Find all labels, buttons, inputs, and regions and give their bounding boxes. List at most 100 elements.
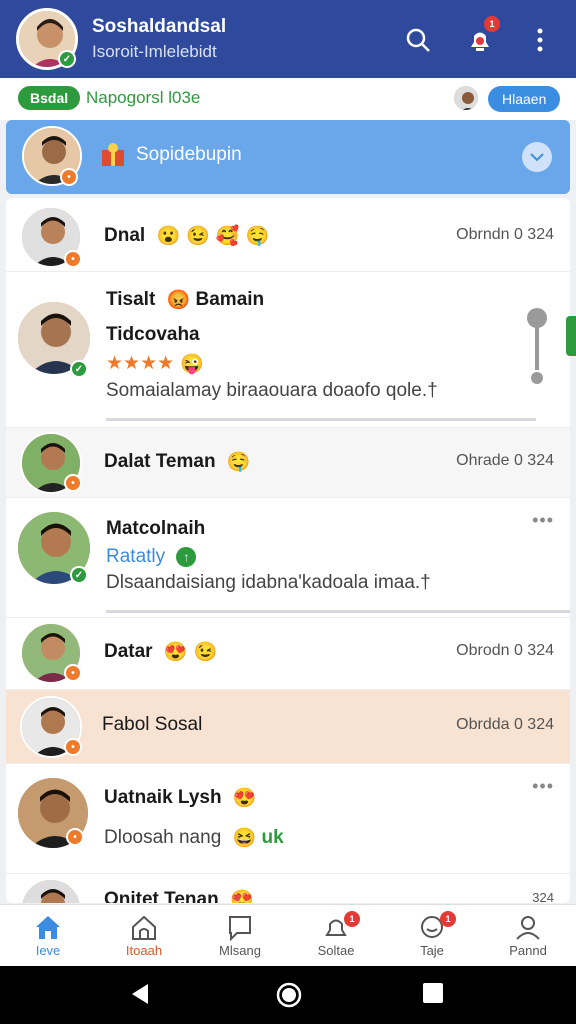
contact-name: Dalat Teman	[104, 451, 216, 473]
nav-badge: 1	[344, 911, 360, 927]
back-button[interactable]	[128, 982, 152, 1011]
timestamp: Ohrade 0 324	[456, 452, 554, 469]
message-preview: Dlsaandaisiang idabna'kadoala imaa.†	[106, 572, 431, 593]
emoji-icon: 🥰	[215, 226, 240, 247]
status-icon: •	[64, 250, 82, 268]
status-icon: •	[66, 828, 84, 846]
timestamp: Obrndn 0 324	[456, 226, 554, 243]
list-item[interactable]: • Dnal 😮 😉 🥰 🤤 Obrndn 0 324	[6, 198, 570, 272]
recents-button[interactable]	[422, 982, 444, 1009]
emoji-icon: 😍	[163, 642, 188, 663]
status-strip: Bsdal Napogorsl l03e Hlaaen	[0, 78, 576, 120]
emoji-icon: 😉	[186, 226, 210, 247]
emoji-icon: 😆	[232, 828, 257, 849]
message-preview: Dloosah nang	[104, 827, 222, 849]
app-header: ✓ Soshaldandsal Isoroit-Imlelebidt 1	[0, 0, 576, 78]
contact-name: Tisalt	[106, 289, 156, 311]
nav-messages[interactable]: Mlsang	[192, 905, 288, 967]
verified-icon: ✓	[70, 360, 88, 378]
list-item[interactable]: Onitet Tenan 😍 324	[6, 874, 570, 903]
notifications-button[interactable]: 1	[460, 16, 500, 60]
contact-name: Uatnaik Lysh	[104, 787, 222, 809]
nav-label: Pannd	[509, 943, 547, 958]
progress-bar	[106, 610, 570, 613]
emoji-icon: 😡	[166, 290, 191, 311]
nav-label: Itoaah	[125, 943, 163, 958]
back-icon	[132, 984, 148, 1004]
status-text: Napogorsl l03e	[86, 88, 201, 107]
list-item[interactable]: ✓ Tisalt 😡 Bamain Tidcovaha ★★★★ 😜 Somaia…	[6, 272, 570, 428]
app-subtitle: Isoroit-Imlelebidt	[92, 42, 217, 61]
nav-label: Ieve	[35, 943, 61, 958]
contact-name: Fabol Sosal	[102, 714, 203, 735]
verified-icon: ✓	[58, 50, 76, 68]
nav-label: Soltae	[317, 943, 355, 958]
nav-home[interactable]: Ieve	[0, 905, 96, 967]
nav-badge: 1	[440, 911, 456, 927]
app-title: Soshaldandsal	[92, 16, 227, 37]
pinned-conversation[interactable]: • Sopidebupin	[6, 120, 570, 194]
nav-tags[interactable]: 1 Taje	[384, 905, 480, 967]
message-preview: Somaialamay biraaouara doaofo qole.†	[106, 380, 438, 401]
status-icon: •	[64, 664, 82, 682]
nav-label: Mlsang	[219, 943, 261, 958]
emoji-icon: 🤤	[226, 452, 251, 473]
action-pill[interactable]: Hlaaen	[488, 86, 561, 112]
more-vertical-icon	[537, 28, 543, 52]
search-icon	[406, 28, 430, 52]
person-icon	[516, 916, 540, 940]
list-item[interactable]: • Dalat Teman 🤤 Ohrade 0 324	[6, 428, 570, 498]
more-options-button[interactable]: •••	[532, 776, 554, 797]
nav-profile[interactable]: Pannd	[480, 905, 576, 967]
list-item[interactable]: ✓ Matcolnaih Ratatly ↑ Dlsaandaisiang id…	[6, 498, 570, 618]
emoji-icon: 😮	[156, 226, 181, 247]
emoji-icon: 😜	[180, 354, 204, 375]
progress-bar	[106, 418, 536, 421]
contact-subtitle[interactable]: Ratatly	[106, 546, 165, 567]
search-button[interactable]	[398, 20, 438, 60]
conversation-list: • Dnal 😮 😉 🥰 🤤 Obrndn 0 324 ✓ Tisalt 😡 Bama…	[6, 198, 570, 903]
timestamp: Obrodn 0 324	[456, 642, 554, 659]
gift-icon	[102, 143, 124, 166]
slider-handle[interactable]	[524, 306, 550, 391]
message-suffix: uk	[261, 827, 284, 849]
arrow-up-icon: ↑	[176, 546, 197, 567]
square-icon	[423, 983, 443, 1003]
house-outline-icon	[132, 915, 156, 940]
list-item[interactable]: • Fabol Sosal Obrdda 0 324	[6, 690, 570, 764]
list-item[interactable]: • Uatnaik Lysh 😍 Dloosah nang 😆 uk •••	[6, 764, 570, 874]
system-navigation-bar	[0, 966, 576, 1024]
emoji-icon: 😍	[232, 788, 257, 809]
status-icon: •	[64, 738, 82, 756]
nav-social[interactable]: 1 Soltae	[288, 905, 384, 967]
contact-name-part: Bamain	[195, 289, 265, 311]
notification-badge: 1	[484, 16, 500, 32]
bottom-navigation: Ieve Itoaah Mlsang 1 Soltae 1 Taje Pannd	[0, 904, 576, 966]
pinned-title: Sopidebupin	[136, 144, 242, 165]
side-drawer-tab[interactable]	[566, 316, 576, 356]
nav-label: Taje	[420, 943, 444, 958]
rating-stars: ★★★★	[106, 353, 175, 375]
contact-name: Onitet Tenan	[104, 889, 219, 903]
contact-name: Dnal	[104, 225, 146, 247]
timestamp: 324	[532, 890, 554, 903]
timestamp: Obrdda 0 324	[456, 716, 554, 733]
list-item[interactable]: • Datar 😍 😉 Obrodn 0 324	[6, 618, 570, 690]
status-icon: •	[60, 168, 78, 186]
handle-icon	[527, 308, 547, 384]
status-icon: •	[64, 474, 82, 492]
contact-name: Matcolnaih	[106, 518, 206, 539]
verified-icon: ✓	[70, 566, 88, 584]
mini-avatar[interactable]	[452, 84, 480, 112]
emoji-icon: 🤤	[245, 226, 270, 247]
emoji-icon: 😍	[230, 890, 254, 903]
more-menu-button[interactable]	[520, 20, 560, 60]
emoji-icon: 😉	[193, 642, 218, 663]
more-options-button[interactable]: •••	[532, 510, 554, 531]
home-button[interactable]	[276, 982, 302, 1013]
avatar	[20, 878, 82, 903]
chat-icon	[229, 916, 251, 941]
nav-explore[interactable]: Itoaah	[96, 905, 192, 967]
expand-button[interactable]	[522, 142, 552, 172]
status-pill[interactable]: Bsdal	[18, 86, 81, 110]
